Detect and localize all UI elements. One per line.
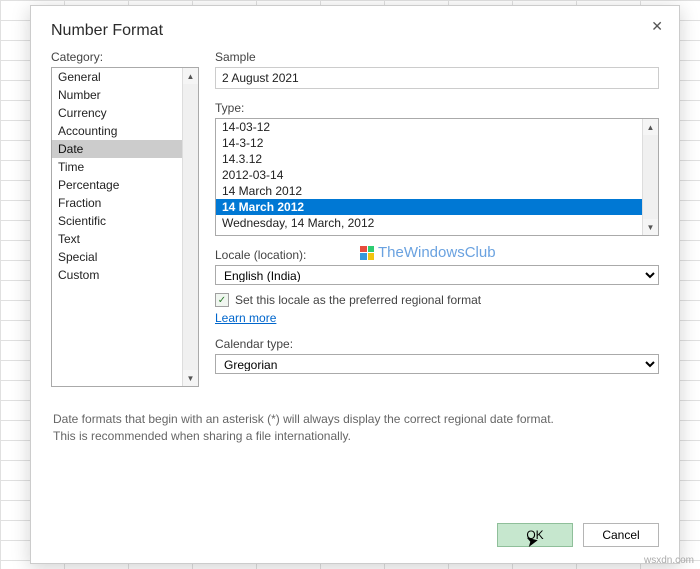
type-scrollbar[interactable]: ▲ ▼ — [642, 119, 658, 235]
cancel-button[interactable]: Cancel — [583, 523, 659, 547]
sample-label: Sample — [215, 50, 659, 64]
category-item-accounting[interactable]: Accounting — [52, 122, 182, 140]
category-item-general[interactable]: General — [52, 68, 182, 86]
close-icon[interactable]: ✕ — [651, 18, 663, 35]
scroll-down-icon[interactable]: ▼ — [643, 219, 658, 235]
learn-more-link[interactable]: Learn more — [215, 311, 276, 325]
category-listbox[interactable]: GeneralNumberCurrencyAccountingDateTimeP… — [51, 67, 199, 387]
category-scrollbar[interactable]: ▲ ▼ — [182, 68, 198, 386]
number-format-dialog: Number Format ✕ Category: GeneralNumberC… — [30, 5, 680, 564]
category-item-custom[interactable]: Custom — [52, 266, 182, 284]
type-item[interactable]: 14-3-12 — [216, 135, 642, 151]
sample-value: 2 August 2021 — [215, 67, 659, 89]
calendar-select[interactable]: Gregorian — [215, 354, 659, 374]
dialog-title: Number Format — [31, 6, 679, 46]
type-item[interactable]: 14 March 2012 — [216, 183, 642, 199]
locale-checkbox[interactable]: ✓ — [215, 293, 229, 307]
locale-checkbox-label: Set this locale as the preferred regiona… — [235, 293, 481, 307]
category-item-special[interactable]: Special — [52, 248, 182, 266]
category-item-percentage[interactable]: Percentage — [52, 176, 182, 194]
type-item[interactable]: 14 March 2012 — [216, 199, 642, 215]
type-item[interactable]: 14-03-12 — [216, 119, 642, 135]
category-item-number[interactable]: Number — [52, 86, 182, 104]
type-item[interactable]: 2012-03-14 — [216, 167, 642, 183]
type-item[interactable]: Wednesday, 14 March, 2012 — [216, 215, 642, 231]
category-item-time[interactable]: Time — [52, 158, 182, 176]
ok-button[interactable]: OK — [497, 523, 573, 547]
scroll-up-icon[interactable]: ▲ — [183, 68, 198, 84]
helper-text: Date formats that begin with an asterisk… — [31, 387, 679, 445]
type-listbox[interactable]: 14-03-1214-3-1214.3.122012-03-1414 March… — [215, 118, 659, 236]
category-item-currency[interactable]: Currency — [52, 104, 182, 122]
site-watermark: wsxdn.com — [644, 555, 694, 566]
category-item-text[interactable]: Text — [52, 230, 182, 248]
locale-select[interactable]: English (India) — [215, 265, 659, 285]
locale-label: Locale (location): — [215, 248, 659, 262]
category-label: Category: — [51, 50, 199, 64]
category-item-scientific[interactable]: Scientific — [52, 212, 182, 230]
calendar-label: Calendar type: — [215, 337, 659, 351]
type-label: Type: — [215, 101, 659, 115]
scroll-down-icon[interactable]: ▼ — [183, 370, 198, 386]
category-item-fraction[interactable]: Fraction — [52, 194, 182, 212]
type-item[interactable]: 14.3.12 — [216, 151, 642, 167]
scroll-up-icon[interactable]: ▲ — [643, 119, 658, 135]
category-item-date[interactable]: Date — [52, 140, 182, 158]
